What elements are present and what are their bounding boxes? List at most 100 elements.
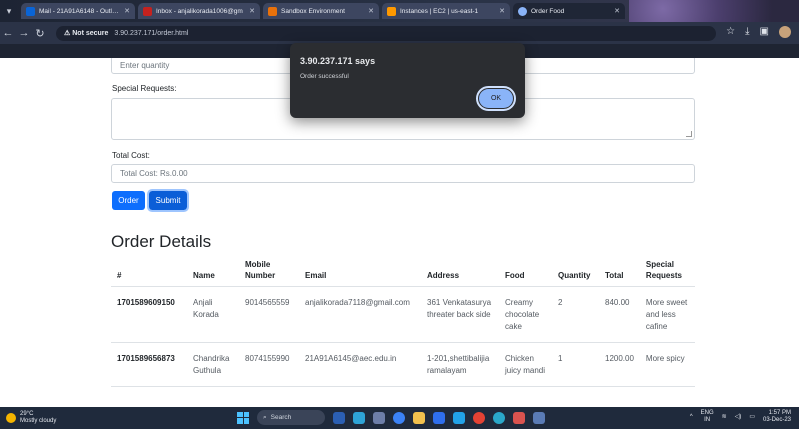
bookmark-star-icon[interactable]: ☆ xyxy=(726,26,735,38)
taskbar-search-label: Search xyxy=(270,414,292,421)
tray-overflow-icon[interactable]: ^ xyxy=(690,414,693,420)
taskbar-clock[interactable]: 1:57 PM 03-Dec-23 xyxy=(763,410,791,424)
store-icon[interactable] xyxy=(433,411,445,424)
alert-ok-button[interactable]: OK xyxy=(476,86,516,111)
wifi-icon[interactable]: ≋ xyxy=(722,413,727,420)
profile-avatar-icon[interactable] xyxy=(779,26,791,38)
clock-time: 1:57 PM xyxy=(768,410,791,416)
not-secure-label: Not secure xyxy=(72,30,109,37)
search-icon: ⌕ xyxy=(263,413,267,421)
weather-widget[interactable]: 29°C Mostly cloudy xyxy=(6,411,56,424)
widgets-icon[interactable] xyxy=(373,411,385,424)
column-header-name: Name xyxy=(187,256,239,287)
cell-mobile: 9014565559 xyxy=(239,286,299,343)
column-header-quantity: Quantity xyxy=(552,256,599,287)
tab-label: Mail - 21A91A6148 - Outlook xyxy=(39,7,121,15)
column-header-address: Address xyxy=(421,256,499,287)
lang-code: ENG xyxy=(700,410,714,416)
gmail-icon xyxy=(143,6,152,16)
browser-tab-sandbox[interactable]: Sandbox Environment ✕ xyxy=(263,3,379,19)
order-details-title: Order Details xyxy=(111,232,212,251)
browser-tab-outlook[interactable]: Mail - 21A91A6148 - Outlook ✕ xyxy=(21,3,135,19)
chrome-icon[interactable] xyxy=(473,411,485,424)
close-tab-icon[interactable]: ✕ xyxy=(614,7,620,15)
tab-label: Order Food xyxy=(531,7,565,15)
app-icon[interactable] xyxy=(533,411,545,424)
globe-icon xyxy=(518,6,527,16)
forward-arrow-icon[interactable]: → xyxy=(16,27,32,39)
cell-email: 21A91A6145@aec.edu.in xyxy=(299,342,421,387)
column-header-total: Total xyxy=(599,256,640,287)
tab-search-icon[interactable]: ▾ xyxy=(0,6,18,17)
app-icon[interactable] xyxy=(513,411,525,424)
sidebar-icon[interactable]: ▣ xyxy=(760,26,769,38)
cell-total: 1200.00 xyxy=(599,342,640,387)
taskbar-search[interactable]: ⌕ Search xyxy=(257,410,325,425)
alert-dialog: 3.90.237.171 says Order successful OK xyxy=(290,43,525,118)
cell-address: 361 Venkatasurya threater back side xyxy=(421,286,499,343)
not-secure-warning[interactable]: ⚠ Not secure xyxy=(64,29,108,37)
cell-order-id: 1701589609150 xyxy=(111,286,187,343)
cell-quantity: 1 xyxy=(552,342,599,387)
weather-temp: 29°C xyxy=(20,411,34,417)
volume-icon[interactable]: ◁) xyxy=(735,413,742,420)
column-header-mobile: Mobile Number xyxy=(239,256,299,287)
language-indicator[interactable]: ENG IN xyxy=(701,410,714,424)
weather-desc: Mostly cloudy xyxy=(20,417,57,424)
close-tab-icon[interactable]: ✕ xyxy=(124,7,130,15)
teams-icon[interactable] xyxy=(353,411,365,424)
order-button[interactable]: Order xyxy=(112,191,145,210)
column-header-special-requests: Special Requests xyxy=(639,256,695,287)
resize-grip-icon[interactable] xyxy=(686,131,692,137)
order-details-table: # Name Mobile Number Email Address Food … xyxy=(111,256,695,387)
column-header-id: # xyxy=(111,256,187,287)
cell-name: Chandrika Guthula xyxy=(187,342,239,387)
cell-order-id: 1701589656873 xyxy=(111,342,187,387)
cell-address: 1-201,shettibalijia ramalayam xyxy=(421,342,499,387)
region-code: IN xyxy=(704,416,711,423)
file-explorer-icon[interactable] xyxy=(413,411,425,424)
cell-special-requests: More spicy xyxy=(639,342,695,387)
cell-food: Chicken juicy mandi xyxy=(499,342,552,387)
table-row: 1701589609150 Anjali Korada 9014565559 a… xyxy=(111,286,695,343)
sandbox-icon xyxy=(268,6,277,16)
mail-icon[interactable] xyxy=(453,411,465,424)
back-arrow-icon[interactable]: ← xyxy=(0,27,16,39)
clock-date: 03-Dec-23 xyxy=(762,416,791,423)
browser-tab-bar: ▾ Mail - 21A91A6148 - Outlook ✕ Inbox - … xyxy=(0,0,799,22)
vscode-icon[interactable] xyxy=(493,411,505,424)
tab-label: Instances | EC2 | us-east-1 xyxy=(400,7,479,15)
battery-icon[interactable]: ▭ xyxy=(749,413,755,420)
url-input[interactable]: ⚠ Not secure 3.90.237.171/order.html xyxy=(56,25,716,41)
quantity-placeholder: Enter quantity xyxy=(120,60,170,70)
table-row: 1701589656873 Chandrika Guthula 80741559… xyxy=(111,342,695,387)
outlook-icon xyxy=(26,6,35,16)
close-tab-icon[interactable]: ✕ xyxy=(499,7,505,15)
cell-quantity: 2 xyxy=(552,286,599,343)
cell-mobile: 8074155990 xyxy=(239,342,299,387)
cell-name: Anjali Korada xyxy=(187,286,239,343)
table-header-row: # Name Mobile Number Email Address Food … xyxy=(111,256,695,287)
close-tab-icon[interactable]: ✕ xyxy=(368,7,374,15)
download-icon[interactable]: ⤓ xyxy=(745,26,749,38)
tab-label: Inbox - anjalikorada1006@gm xyxy=(156,7,243,15)
browser-tab-ec2[interactable]: Instances | EC2 | us-east-1 ✕ xyxy=(382,3,510,19)
browser-tab-order-food[interactable]: Order Food ✕ xyxy=(513,3,625,19)
close-tab-icon[interactable]: ✕ xyxy=(249,7,255,15)
alert-message: Order successful xyxy=(300,73,349,80)
browser-tab-gmail[interactable]: Inbox - anjalikorada1006@gm ✕ xyxy=(138,3,260,19)
cell-special-requests: More sweet and less cafine xyxy=(639,286,695,343)
total-cost-value: Total Cost: Rs.0.00 xyxy=(120,169,188,178)
aws-icon xyxy=(387,6,396,16)
windows-start-icon[interactable] xyxy=(237,411,249,424)
weather-icon xyxy=(6,412,16,423)
url-text: 3.90.237.171/order.html xyxy=(114,29,189,37)
task-view-icon[interactable] xyxy=(333,411,345,424)
address-bar-row: ← → ↻ ⚠ Not secure 3.90.237.171/order.ht… xyxy=(0,22,799,44)
submit-button[interactable]: Submit xyxy=(147,189,189,212)
edge-icon[interactable] xyxy=(393,411,405,424)
alert-title: 3.90.237.171 says xyxy=(300,56,376,66)
cell-email: anjalikorada7118@gmail.com xyxy=(299,286,421,343)
column-header-email: Email xyxy=(299,256,421,287)
reload-icon[interactable]: ↻ xyxy=(32,27,48,40)
